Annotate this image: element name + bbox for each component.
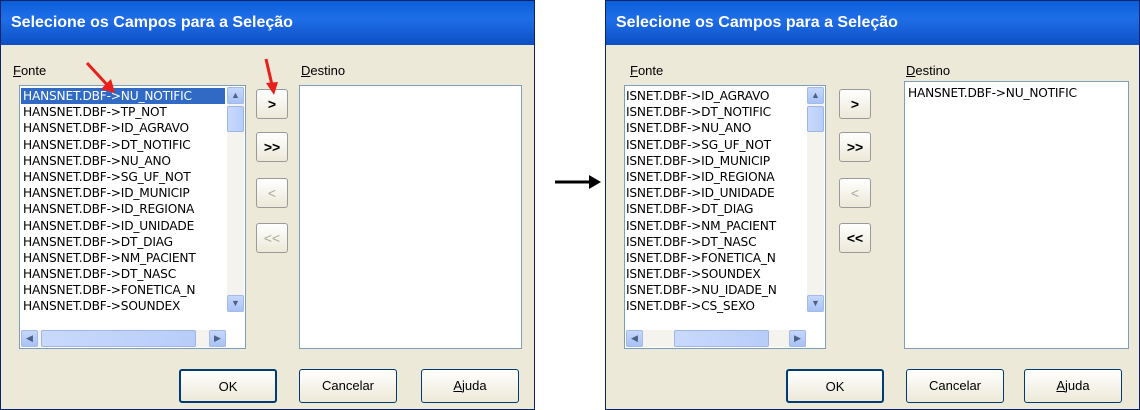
horizontal-scrollbar[interactable]: ◀ ▶ — [626, 330, 806, 347]
remove-all-button[interactable]: << — [256, 223, 288, 253]
hscroll-thumb[interactable] — [41, 330, 196, 347]
scroll-thumb[interactable] — [227, 106, 244, 132]
vertical-scrollbar[interactable]: ▲ ▼ — [227, 87, 244, 312]
list-item[interactable]: ISNET.DBF->SOUNDEX — [625, 266, 805, 282]
list-item[interactable]: ISNET.DBF->NM_PACIENT — [625, 218, 805, 234]
add-one-button[interactable]: > — [839, 89, 871, 119]
fonte-label: Fonte — [630, 63, 664, 78]
cancel-button[interactable]: Cancelar — [299, 369, 397, 403]
list-item[interactable]: ISNET.DBF->ID_REGIONA — [625, 169, 805, 185]
fonte-label: Fonte — [13, 63, 47, 78]
list-item[interactable]: ISNET.DBF->ID_AGRAVO — [625, 88, 805, 104]
list-item[interactable]: ISNET.DBF->CS_SEXO — [625, 298, 805, 314]
remove-one-button[interactable]: < — [839, 178, 871, 208]
scroll-right-icon[interactable]: ▶ — [209, 330, 226, 347]
scroll-left-icon[interactable]: ◀ — [626, 330, 643, 347]
hscroll-thumb[interactable] — [674, 330, 769, 347]
scroll-right-icon[interactable]: ▶ — [789, 330, 806, 347]
fonte-listbox[interactable]: ISNET.DBF->ID_AGRAVO ISNET.DBF->DT_NOTIFI… — [624, 85, 826, 349]
fonte-listbox[interactable]: HANSNET.DBF->NU_NOTIFIC HANSNET.DBF->TP_N… — [19, 85, 246, 349]
black-arrow-icon — [555, 175, 601, 189]
list-item[interactable]: ISNET.DBF->DT_NOTIFIC — [625, 104, 805, 120]
ok-button[interactable]: OK — [179, 369, 277, 403]
dialog-title: Selecione os Campos para a Seleção — [606, 1, 1139, 45]
add-all-button[interactable]: >> — [839, 132, 871, 162]
dialog-before: Selecione os Campos para a Seleção Fonte… — [0, 0, 535, 410]
list-item[interactable]: HANSNET.DBF->NU_NOTIFIC — [21, 88, 225, 105]
list-item[interactable]: HANSNET.DBF->ID_UNIDADE — [21, 218, 225, 234]
list-item[interactable]: HANSNET.DBF->DT_DIAG — [21, 234, 225, 250]
list-item[interactable]: HANSNET.DBF->ID_REGIONA — [21, 201, 225, 217]
destino-listbox[interactable] — [299, 85, 522, 349]
list-item[interactable]: HANSNET.DBF->SOUNDEX — [21, 298, 225, 314]
remove-one-button[interactable]: < — [256, 178, 288, 208]
scroll-left-icon[interactable]: ◀ — [21, 330, 38, 347]
scroll-up-icon[interactable]: ▲ — [227, 87, 244, 104]
remove-all-button[interactable]: << — [839, 223, 871, 253]
list-item[interactable]: HANSNET.DBF->DT_NOTIFIC — [21, 137, 225, 153]
list-item[interactable]: ISNET.DBF->SG_UF_NOT — [625, 137, 805, 153]
list-item[interactable]: HANSNET.DBF->NU_ANO — [21, 153, 225, 169]
help-button[interactable]: Ajuda — [1024, 369, 1122, 403]
list-item[interactable]: HANSNET.DBF->SG_UF_NOT — [21, 169, 225, 185]
destino-listbox[interactable]: HANSNET.DBF->NU_NOTIFIC — [904, 81, 1129, 349]
fonte-items: HANSNET.DBF->NU_NOTIFIC HANSNET.DBF->TP_N… — [21, 88, 225, 315]
destino-items: HANSNET.DBF->NU_NOTIFIC — [906, 85, 1126, 101]
list-item[interactable]: ISNET.DBF->DT_DIAG — [625, 201, 805, 217]
list-item[interactable]: ISNET.DBF->DT_NASC — [625, 234, 805, 250]
list-item[interactable]: ISNET.DBF->NU_IDADE_N — [625, 282, 805, 298]
list-item[interactable]: ISNET.DBF->FONETICA_N — [625, 250, 805, 266]
list-item[interactable]: HANSNET.DBF->ID_MUNICIP — [21, 185, 225, 201]
red-arrow-icon — [85, 61, 115, 93]
list-item[interactable]: HANSNET.DBF->NM_PACIENT — [21, 250, 225, 266]
ok-button[interactable]: OK — [786, 369, 884, 403]
horizontal-scrollbar[interactable]: ◀ ▶ — [21, 330, 226, 347]
dialog-title: Selecione os Campos para a Seleção — [1, 1, 534, 45]
list-item[interactable]: ISNET.DBF->ID_UNIDADE — [625, 185, 805, 201]
fonte-items: ISNET.DBF->ID_AGRAVO ISNET.DBF->DT_NOTIFI… — [625, 88, 805, 315]
list-item[interactable]: HANSNET.DBF->DT_NASC — [21, 266, 225, 282]
help-button[interactable]: Ajuda — [421, 369, 519, 403]
scroll-up-icon[interactable]: ▲ — [807, 87, 824, 104]
destino-label: Destino — [906, 63, 951, 78]
scroll-thumb[interactable] — [807, 106, 824, 132]
list-item[interactable]: HANSNET.DBF->TP_NOT — [21, 104, 225, 120]
scroll-down-icon[interactable]: ▼ — [227, 295, 244, 312]
list-item[interactable]: HANSNET.DBF->FONETICA_N — [21, 282, 225, 298]
dialog-after: Selecione os Campos para a Seleção Fonte… — [605, 0, 1140, 410]
scroll-down-icon[interactable]: ▼ — [807, 295, 824, 312]
list-item[interactable]: ISNET.DBF->NU_ANO — [625, 120, 805, 136]
list-item[interactable]: ISNET.DBF->ID_MUNICIP — [625, 153, 805, 169]
list-item[interactable]: HANSNET.DBF->NU_NOTIFIC — [906, 85, 1126, 101]
list-item[interactable]: HANSNET.DBF->ID_AGRAVO — [21, 120, 225, 136]
red-arrow-icon — [264, 58, 278, 95]
vertical-scrollbar[interactable]: ▲ ▼ — [807, 87, 824, 312]
cancel-button[interactable]: Cancelar — [906, 369, 1004, 403]
add-all-button[interactable]: >> — [256, 132, 288, 162]
destino-label: Destino — [301, 63, 346, 78]
